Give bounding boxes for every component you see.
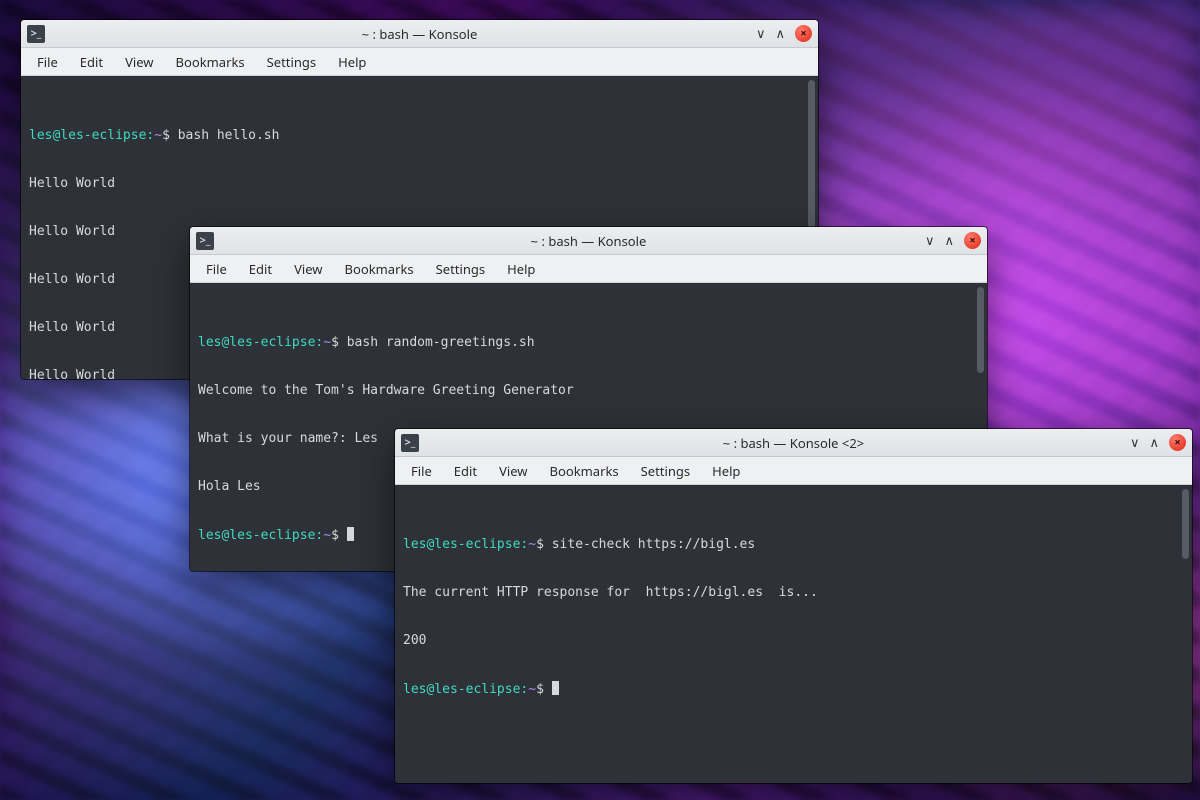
menu-bookmarks[interactable]: Bookmarks [335,257,424,281]
menu-file[interactable]: File [27,50,68,74]
menu-help[interactable]: Help [497,257,545,281]
cursor [552,681,559,695]
output-line: The current HTTP response for https://bi… [403,585,1184,601]
cursor [347,527,354,541]
window-controls: ∨ ∧ × [756,25,812,42]
titlebar[interactable]: >_ ~ : bash — Konsole ∨ ∧ × [190,227,987,255]
maximize-button[interactable]: ∧ [1149,436,1159,449]
menu-edit[interactable]: Edit [70,50,113,74]
menubar: File Edit View Bookmarks Settings Help [395,457,1192,485]
window-title: ~ : bash — Konsole [21,25,818,43]
konsole-icon: >_ [401,434,419,452]
menu-bookmarks[interactable]: Bookmarks [166,50,255,74]
terminal-window-3[interactable]: >_ ~ : bash — Konsole <2> ∨ ∧ × File Edi… [395,429,1192,783]
maximize-button[interactable]: ∧ [944,234,954,247]
output-line: Hello World [29,176,810,192]
menu-bookmarks[interactable]: Bookmarks [540,459,629,483]
menu-edit[interactable]: Edit [239,257,282,281]
terminal-area[interactable]: les@les-eclipse:~$ site-check https://bi… [395,485,1192,783]
command: bash hello.sh [178,128,280,143]
titlebar[interactable]: >_ ~ : bash — Konsole <2> ∨ ∧ × [395,429,1192,457]
menu-edit[interactable]: Edit [444,459,487,483]
minimize-button[interactable]: ∨ [1130,436,1140,449]
menu-view[interactable]: View [489,459,537,483]
konsole-icon: >_ [196,232,214,250]
menu-settings[interactable]: Settings [631,459,700,483]
menu-file[interactable]: File [401,459,442,483]
menu-view[interactable]: View [284,257,332,281]
command: bash random-greetings.sh [347,335,535,350]
close-button[interactable]: × [1169,434,1186,451]
konsole-icon: >_ [27,25,45,43]
scrollbar[interactable] [1182,489,1189,559]
menu-help[interactable]: Help [702,459,750,483]
menu-file[interactable]: File [196,257,237,281]
window-controls: ∨ ∧ × [925,232,981,249]
titlebar[interactable]: >_ ~ : bash — Konsole ∨ ∧ × [21,20,818,48]
maximize-button[interactable]: ∧ [775,27,785,40]
window-title: ~ : bash — Konsole [190,232,987,250]
menubar: File Edit View Bookmarks Settings Help [21,48,818,76]
close-button[interactable]: × [964,232,981,249]
menu-settings[interactable]: Settings [257,50,326,74]
menu-view[interactable]: View [115,50,163,74]
menu-help[interactable]: Help [328,50,376,74]
minimize-button[interactable]: ∨ [925,234,935,247]
window-title: ~ : bash — Konsole <2> [395,434,1192,452]
window-controls: ∨ ∧ × [1130,434,1186,451]
menu-settings[interactable]: Settings [426,257,495,281]
scrollbar[interactable] [977,287,984,373]
close-button[interactable]: × [795,25,812,42]
output-line: Welcome to the Tom's Hardware Greeting G… [198,383,979,399]
menubar: File Edit View Bookmarks Settings Help [190,255,987,283]
minimize-button[interactable]: ∨ [756,27,766,40]
command: site-check https://bigl.es [552,537,756,552]
output-line: 200 [403,633,1184,649]
